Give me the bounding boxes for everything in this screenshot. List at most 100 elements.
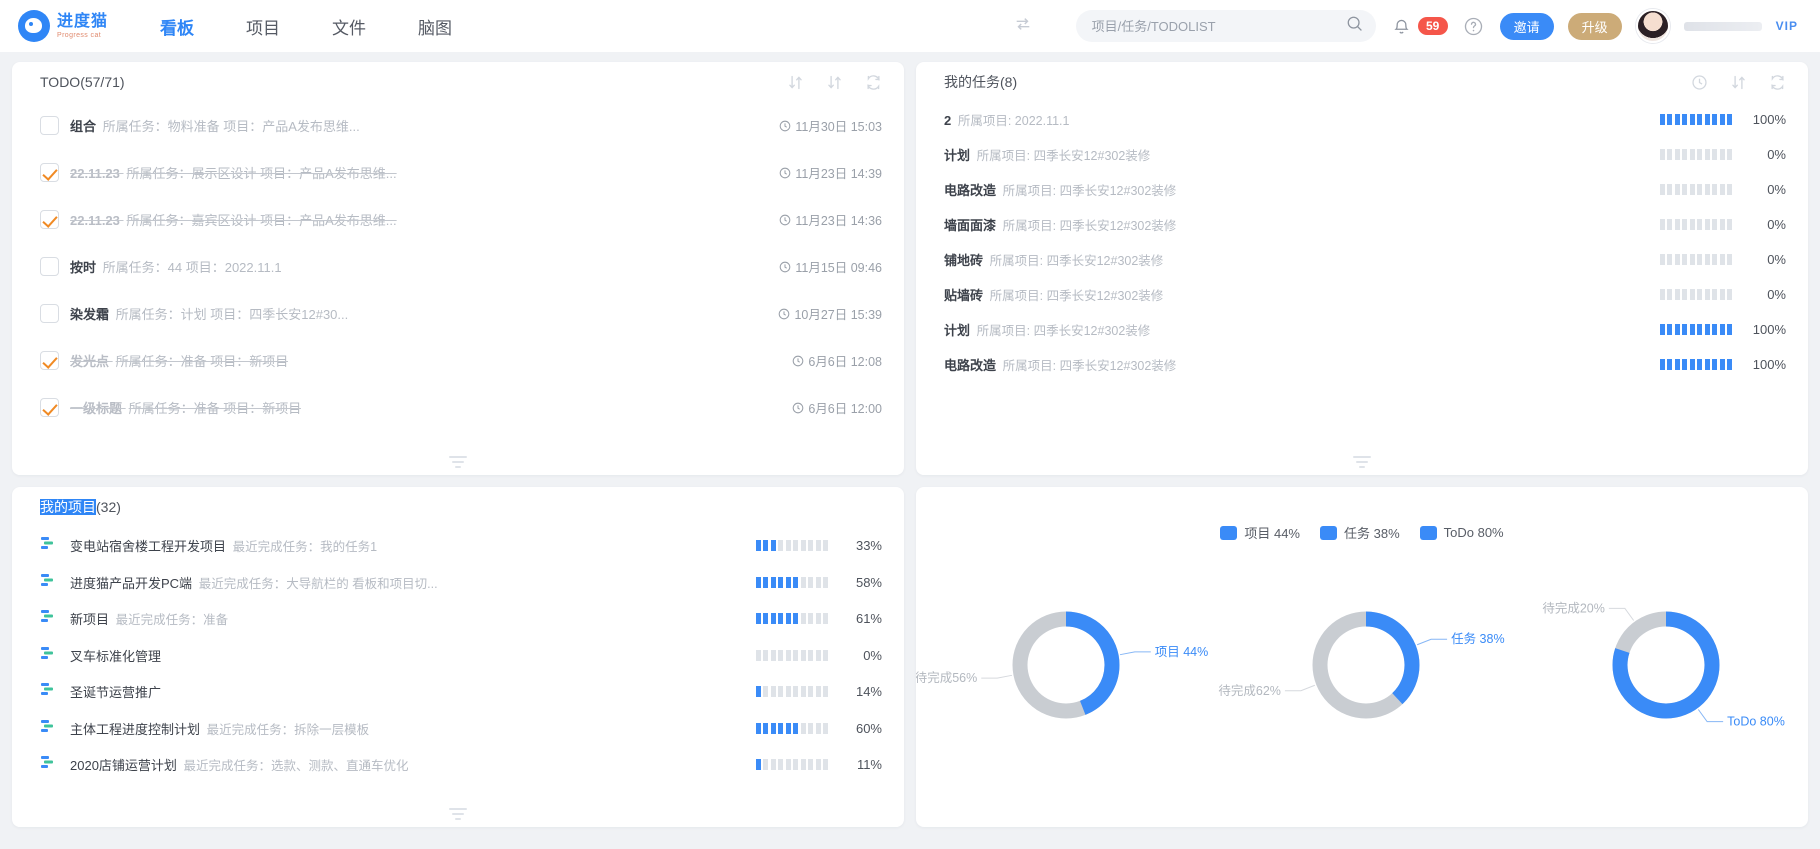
todo-meta: 所属任务：嘉宾区设计 项目：产品A发布思维... (126, 213, 397, 228)
project-row[interactable]: 2020店铺运营计划 最近完成任务：选款、测款、直通车优化 11% (40, 746, 882, 783)
task-row[interactable]: 墙面面漆 所属项目: 四季长安12#302装修 0% (944, 207, 1786, 242)
task-row[interactable]: 贴墙砖 所属项目: 四季长安12#302装修 0% (944, 277, 1786, 312)
progress-segment (770, 759, 776, 770)
search-input[interactable] (1091, 18, 1345, 34)
sort-icon[interactable] (787, 74, 804, 91)
my-tasks-list: 2 所属项目: 2022.11.1 100% 计划 所属项目: 四季长安12#3… (916, 102, 1808, 475)
project-row[interactable]: 叉车标准化管理 0% (40, 637, 882, 674)
legend-item-projects[interactable]: 项目 44% (1220, 523, 1300, 542)
todo-checkbox[interactable] (40, 257, 59, 276)
progress-bar (1659, 324, 1732, 335)
progress-segment (1704, 149, 1710, 160)
nav-item-mindmap[interactable]: 脑图 (418, 14, 452, 39)
project-row[interactable]: 主体工程进度控制计划 最近完成任务：拆除一层模板 60% (40, 710, 882, 747)
legend-item-todo[interactable]: ToDo 80% (1419, 525, 1504, 540)
upgrade-button[interactable]: 升级 (1567, 12, 1622, 40)
progress-bar (755, 576, 828, 588)
todo-checkbox[interactable] (40, 163, 59, 182)
progress-segment (1704, 254, 1710, 265)
todo-row[interactable]: 22.11.23 所属任务：嘉宾区设计 项目：产品A发布思维... 11月23日… (40, 196, 882, 243)
todo-meta: 所属任务：准备 项目：新项目 (128, 401, 302, 416)
todo-row[interactable]: 一级标题 所属任务：准备 项目：新项目 6月6日 12:00 (40, 384, 882, 431)
refresh-icon[interactable] (1769, 74, 1786, 91)
nav-item-files[interactable]: 文件 (332, 14, 366, 39)
todo-checkbox[interactable] (40, 304, 59, 323)
progress-segment (1689, 219, 1695, 230)
project-row[interactable]: 新项目 最近完成任务：准备 61% (40, 600, 882, 637)
progress-segment (1682, 114, 1687, 125)
todo-checkbox[interactable] (40, 398, 59, 417)
task-row[interactable]: 电路改造 所属项目: 四季长安12#302装修 0% (944, 172, 1786, 207)
progress-segment (763, 576, 768, 588)
todo-checkbox[interactable] (40, 210, 59, 229)
donut-chart-tasks: 任务 38% 待完成62% (1216, 575, 1516, 765)
nav-item-kanban[interactable]: 看板 (160, 14, 194, 39)
project-row[interactable]: 变电站宿舍楼工程开发项目 最近完成任务：我的任务1 33% (40, 527, 882, 564)
my-tasks-header: 我的任务(8) (916, 62, 1808, 102)
legend-item-tasks[interactable]: 任务 38% (1320, 523, 1400, 542)
todo-row[interactable]: 染发霜 所属任务：计划 项目：四季长安12#30... 10月27日 15:39 (40, 290, 882, 337)
notification-badge[interactable]: 59 (1417, 17, 1448, 35)
swap-icon[interactable] (1014, 15, 1032, 38)
todo-time: 6月6日 12:08 (778, 351, 882, 370)
todo-row[interactable]: 发光点 所属任务：准备 项目：新项目 6月6日 12:08 (40, 337, 882, 384)
progress-segment (1667, 219, 1672, 230)
progress-segment (770, 722, 776, 734)
todo-row[interactable]: 按时 所属任务：44 项目：2022.11.1 11月15日 09:46 (40, 243, 882, 290)
task-name: 电路改造 (944, 358, 997, 373)
project-meta: 最近完成任务：拆除一层模板 (206, 722, 370, 737)
global-search[interactable] (1075, 10, 1376, 42)
todo-checkbox[interactable] (40, 116, 59, 135)
progress-segment (778, 686, 783, 697)
progress-segment (808, 576, 813, 588)
project-row[interactable]: 进度猫产品开发PC端 最近完成任务：大导航栏的 看板和项目切... 58% (40, 564, 882, 601)
project-meta: 最近完成任务：准备 (115, 613, 229, 627)
my-tasks-title: 我的任务(8) (944, 74, 1018, 90)
todo-row[interactable]: 组合 所属任务：物料准备 项目：产品A发布思维... 11月30日 15:03 (40, 102, 882, 149)
todo-panel-header: TODO(57/71) (12, 62, 904, 102)
bell-icon[interactable] (1390, 14, 1414, 38)
legend-swatch (1320, 525, 1337, 540)
progress-segment (763, 540, 768, 551)
help-icon[interactable] (1462, 14, 1486, 38)
project-name: 变电站宿舍楼工程开发项目 (70, 539, 227, 554)
donut-svg: 任务 38% 待完成62% (1218, 611, 1505, 719)
clock-icon[interactable] (1691, 74, 1708, 91)
sort-icon[interactable] (1730, 74, 1747, 91)
progress-segment (1689, 359, 1695, 370)
progress-segment (1727, 289, 1732, 300)
nav-item-projects[interactable]: 项目 (246, 14, 280, 39)
progress-segment (1727, 149, 1732, 160)
donut-done-label: 任务 38% (1451, 631, 1505, 646)
progress-segment (1727, 184, 1732, 195)
progress-segment (1667, 149, 1672, 160)
progress-segment (1712, 184, 1717, 195)
progress-segment (793, 722, 798, 734)
task-name: 计划 (944, 148, 971, 163)
todo-time: 10月27日 15:39 (764, 304, 882, 323)
task-row[interactable]: 铺地砖 所属项目: 四季长安12#302装修 0% (944, 242, 1786, 277)
avatar[interactable] (1635, 9, 1670, 43)
todo-checkbox[interactable] (40, 351, 59, 370)
progress-segment (1719, 219, 1725, 230)
search-icon[interactable] (1345, 14, 1364, 38)
progress-segment (1674, 219, 1680, 230)
task-row[interactable]: 2 所属项目: 2022.11.1 100% (944, 102, 1786, 137)
todo-meta: 所属任务：展示区设计 项目：产品A发布思维... (126, 166, 397, 181)
progress-segment (1697, 184, 1702, 195)
brand-logo-group[interactable]: 进度猫 Progress cat (18, 10, 108, 42)
notifications[interactable]: 59 (1390, 14, 1448, 38)
refresh-icon[interactable] (865, 74, 882, 91)
project-icon (40, 572, 58, 593)
project-row[interactable]: 圣诞节运营推广 14% (40, 673, 882, 710)
invite-button[interactable]: 邀请 (1499, 12, 1554, 40)
task-row[interactable]: 电路改造 所属项目: 四季长安12#302装修 100% (944, 347, 1786, 382)
donut-leader-line (981, 674, 1013, 679)
task-row[interactable]: 计划 所属项目: 四季长安12#302装修 100% (944, 312, 1786, 347)
todo-name: 组合 (70, 119, 97, 134)
task-row[interactable]: 计划 所属项目: 四季长安12#302装修 0% (944, 137, 1786, 172)
project-icon (40, 718, 58, 739)
sort-icon[interactable] (826, 74, 843, 91)
todo-row[interactable]: 22.11.23 所属任务：展示区设计 项目：产品A发布思维... 11月23日… (40, 149, 882, 196)
progress-segment (778, 540, 783, 551)
